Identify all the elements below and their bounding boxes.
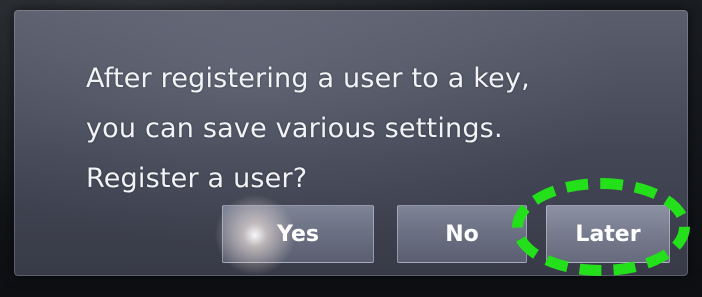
no-button[interactable]: No — [397, 205, 527, 263]
later-button[interactable]: Later — [546, 205, 670, 263]
message-line-2: you can save various settings. — [86, 113, 503, 144]
yes-button[interactable]: Yes — [222, 205, 374, 263]
dialog-message: After registering a user to a key, you c… — [86, 54, 646, 204]
message-line-3: Register a user? — [86, 163, 308, 194]
display-screen: After registering a user to a key, you c… — [0, 0, 702, 297]
message-line-1: After registering a user to a key, — [86, 63, 530, 94]
